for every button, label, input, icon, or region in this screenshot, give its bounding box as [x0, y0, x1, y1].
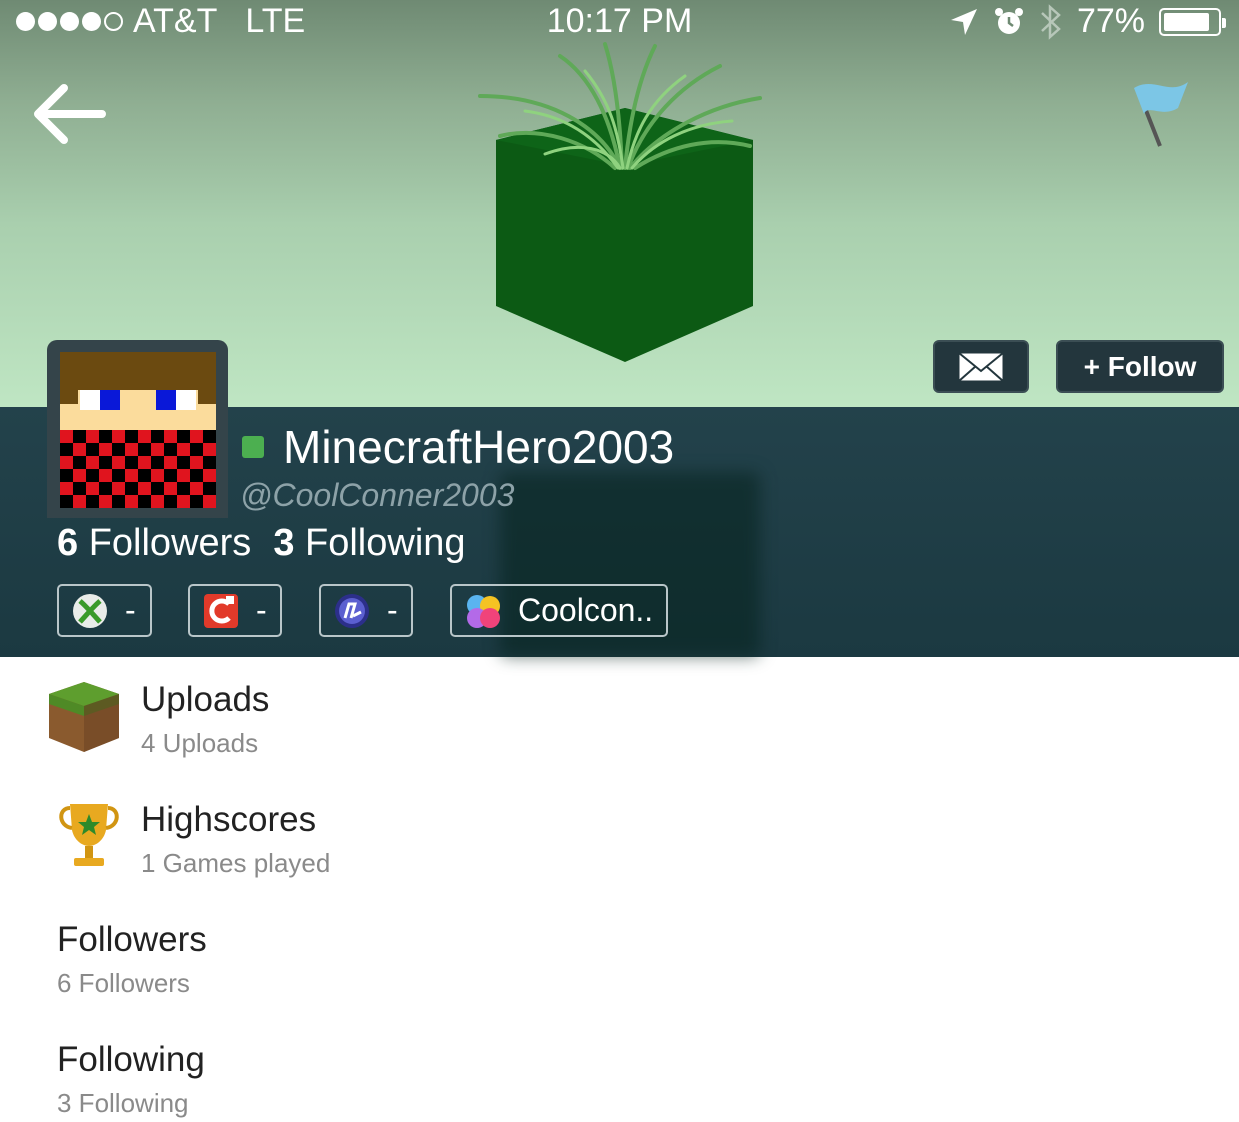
message-button[interactable]: [933, 340, 1029, 393]
follow-button[interactable]: + Follow: [1056, 340, 1224, 393]
back-arrow-icon[interactable]: [30, 82, 106, 146]
alarm-icon: [994, 7, 1023, 34]
menu-item-followers[interactable]: Followers 6 Followers: [0, 920, 1239, 1030]
platform-value: -: [387, 592, 398, 628]
followers-count[interactable]: 6: [57, 522, 78, 564]
menu-item-subtitle: 4 Uploads: [141, 728, 259, 758]
battery-icon: [1159, 7, 1226, 36]
user-handle: @CoolConner2003: [240, 477, 515, 513]
followers-count-label[interactable]: Followers: [89, 522, 252, 564]
nintendo-icon: [204, 593, 238, 628]
platform-value: -: [125, 592, 136, 628]
platform-value: Coolcon..: [518, 592, 654, 628]
menu-item-uploads[interactable]: Uploads 4 Uploads: [0, 680, 1239, 790]
menu-item-title: Uploads: [141, 680, 270, 719]
playstation-icon: [335, 593, 369, 628]
game-center-icon: [467, 594, 500, 628]
platform-value: -: [256, 592, 267, 628]
bluetooth-icon: [1041, 3, 1061, 40]
follow-counts: 6 Followers 3 Following: [57, 522, 466, 565]
xbox-icon: [73, 593, 107, 628]
report-flag-icon[interactable]: [1124, 74, 1194, 154]
grass-block-icon: [49, 682, 119, 752]
battery-percent: 77%: [1076, 2, 1145, 40]
menu-item-subtitle: 3 Following: [57, 1088, 189, 1118]
following-count[interactable]: 3: [273, 522, 294, 564]
platform-badge-nintendo[interactable]: -: [188, 584, 282, 637]
trophy-icon: [59, 804, 119, 866]
menu-item-subtitle: 1 Games played: [141, 848, 331, 878]
online-status-indicator: [242, 436, 264, 458]
grass-block-banner-image: [478, 42, 762, 362]
menu-item-title: Following: [57, 1040, 205, 1079]
platform-badge-game-center[interactable]: Coolcon..: [450, 584, 668, 637]
platform-badge-xbox[interactable]: -: [57, 584, 152, 637]
platform-badge-playstation[interactable]: -: [319, 584, 413, 637]
menu-item-following[interactable]: Following 3 Following: [0, 1040, 1239, 1122]
menu-item-subtitle: 6 Followers: [57, 968, 190, 998]
envelope-icon: [958, 351, 1004, 382]
avatar[interactable]: [60, 352, 216, 508]
menu-item-title: Highscores: [141, 800, 317, 839]
status-bar: AT&T LTE 10:17 PM 77%: [0, 0, 1239, 44]
location-arrow-icon: [950, 8, 977, 35]
following-count-label[interactable]: Following: [305, 522, 466, 564]
menu-item-title: Followers: [57, 920, 207, 959]
menu-item-highscores[interactable]: Highscores 1 Games played: [0, 800, 1239, 910]
display-name: MinecraftHero2003: [283, 421, 675, 473]
